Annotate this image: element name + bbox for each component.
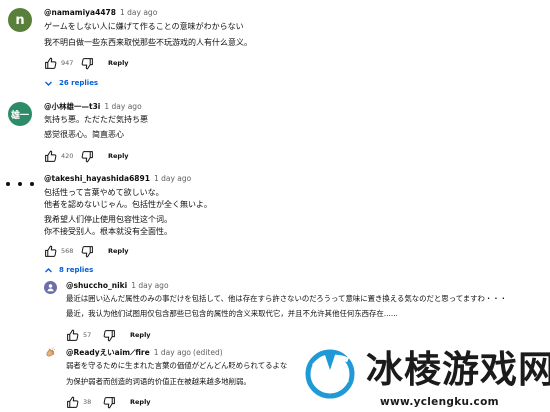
watermark-title: 冰棱游戏网 bbox=[366, 348, 550, 391]
watermark-url: www.yclengku.com bbox=[380, 396, 499, 408]
like-count: 38 bbox=[83, 398, 92, 406]
like-count: 420 bbox=[61, 152, 74, 160]
comment-text-line: 気持ち悪。ただただ気持ち悪 bbox=[44, 115, 148, 124]
like-count: 947 bbox=[61, 59, 74, 67]
comment-text-line: 为保护弱者而创造的词语的价值正在被越来越多地削弱。 bbox=[66, 377, 251, 386]
comment-text-line: 我希望人们停止使用包容性这个词。 bbox=[44, 215, 172, 224]
avatar-letter: 雄一 bbox=[10, 110, 29, 121]
comment-author[interactable]: @shuccho_niki bbox=[66, 281, 127, 290]
chevron-down-icon bbox=[45, 81, 52, 86]
comment-meta: @namamiya4478 1 day ago bbox=[44, 8, 157, 18]
comment-time[interactable]: 1 day ago bbox=[120, 8, 157, 17]
comment-text-line: ゲームをしない人に嫌げて作ることの意味がわからない bbox=[44, 22, 244, 31]
site-watermark: 冰棱游戏网 www.yclengku.com bbox=[296, 344, 550, 412]
comment-text-line: 你不接受别人。根本就没有全面性。 bbox=[44, 227, 172, 236]
thumbs-up-icon[interactable] bbox=[66, 396, 79, 409]
comment-actions: 38 Reply bbox=[66, 395, 151, 409]
thumbs-up-icon[interactable] bbox=[44, 57, 57, 70]
reply-button[interactable]: Reply bbox=[130, 331, 151, 339]
comment-text-line: 我不明白做一些东西来取悦那些不玩游戏的人有什么意义。 bbox=[44, 38, 252, 47]
avatar[interactable] bbox=[44, 347, 57, 360]
comment-text-line: 包括性って言葉やめて欲しいな。 bbox=[44, 188, 164, 197]
comment-time[interactable]: 1 day ago bbox=[104, 102, 141, 111]
comment-meta: @小林雄一—t3i 1 day ago bbox=[44, 102, 142, 112]
comment-text-line: 最近は囲い込んだ属性のみの事だけを包括して、他は存在すら許さないのだろうって意味… bbox=[66, 294, 508, 303]
comment-text-line: 弱者を守るために生まれた言葉の価値がどんどん貶められてるよな bbox=[66, 361, 288, 370]
reply-button[interactable]: Reply bbox=[108, 59, 129, 67]
replies-count: 8 replies bbox=[59, 266, 94, 274]
thumbs-down-icon[interactable] bbox=[81, 57, 94, 70]
comment-meta: @takeshi_hayashida6891 1 day ago bbox=[44, 174, 191, 184]
comment-time[interactable]: 1 day ago bbox=[154, 174, 191, 183]
comment-author[interactable]: @namamiya4478 bbox=[44, 8, 116, 17]
reply-button[interactable]: Reply bbox=[130, 398, 151, 406]
hand-wave-icon bbox=[46, 347, 56, 357]
avatar-letter: n bbox=[15, 12, 25, 28]
comment-time[interactable]: 1 day ago bbox=[131, 281, 168, 290]
like-count: 568 bbox=[61, 247, 74, 255]
thumbs-down-icon[interactable] bbox=[81, 150, 94, 163]
reply-button[interactable]: Reply bbox=[108, 152, 129, 160]
comment-time[interactable]: 1 day ago bbox=[154, 348, 191, 357]
replies-toggle[interactable]: 26 replies bbox=[44, 76, 98, 90]
comment-text-line: 最近，我认为他们试图用仅包含那些已包含的属性的含义来取代它，并且不允许其他任何东… bbox=[66, 309, 398, 318]
comment-text-line: 他者を認めないじゃん。包括性が全く無いよ。 bbox=[44, 200, 212, 209]
replies-toggle[interactable]: 8 replies bbox=[44, 263, 93, 277]
reply-button[interactable]: Reply bbox=[108, 247, 129, 255]
like-count: 57 bbox=[83, 331, 92, 339]
comment-meta: @shuccho_niki 1 day ago bbox=[66, 281, 169, 291]
thumbs-down-icon[interactable] bbox=[103, 396, 116, 409]
avatar[interactable]: n bbox=[8, 8, 32, 32]
comment-text-line: 感觉很恶心。简直恶心 bbox=[44, 130, 124, 139]
comment-actions: 568 Reply bbox=[44, 244, 129, 258]
avatar[interactable] bbox=[44, 281, 57, 294]
comment-author[interactable]: @Readyえいaim⟋fire bbox=[66, 348, 150, 357]
comment-author[interactable]: @takeshi_hayashida6891 bbox=[44, 174, 150, 183]
user-icon bbox=[47, 284, 54, 292]
comment-actions: 947 Reply bbox=[44, 56, 129, 70]
chevron-up-icon bbox=[45, 267, 52, 272]
comment-author[interactable]: @小林雄一—t3i bbox=[44, 102, 100, 111]
thumbs-up-icon[interactable] bbox=[44, 245, 57, 258]
replies-count: 26 replies bbox=[59, 79, 99, 87]
avatar[interactable] bbox=[6, 179, 34, 189]
comment-meta: @Readyえいaim⟋fire 1 day ago (edited) bbox=[66, 348, 223, 358]
watermark-logo-icon bbox=[305, 349, 355, 399]
thumbs-up-icon[interactable] bbox=[44, 150, 57, 163]
thumbs-down-icon[interactable] bbox=[103, 329, 116, 342]
edited-label: (edited) bbox=[193, 348, 223, 357]
comment-actions: 420 Reply bbox=[44, 149, 129, 163]
comment-actions: 57 Reply bbox=[66, 328, 151, 342]
avatar[interactable]: 雄一 bbox=[8, 102, 32, 126]
thumbs-up-icon[interactable] bbox=[66, 329, 79, 342]
thumbs-down-icon[interactable] bbox=[81, 245, 94, 258]
